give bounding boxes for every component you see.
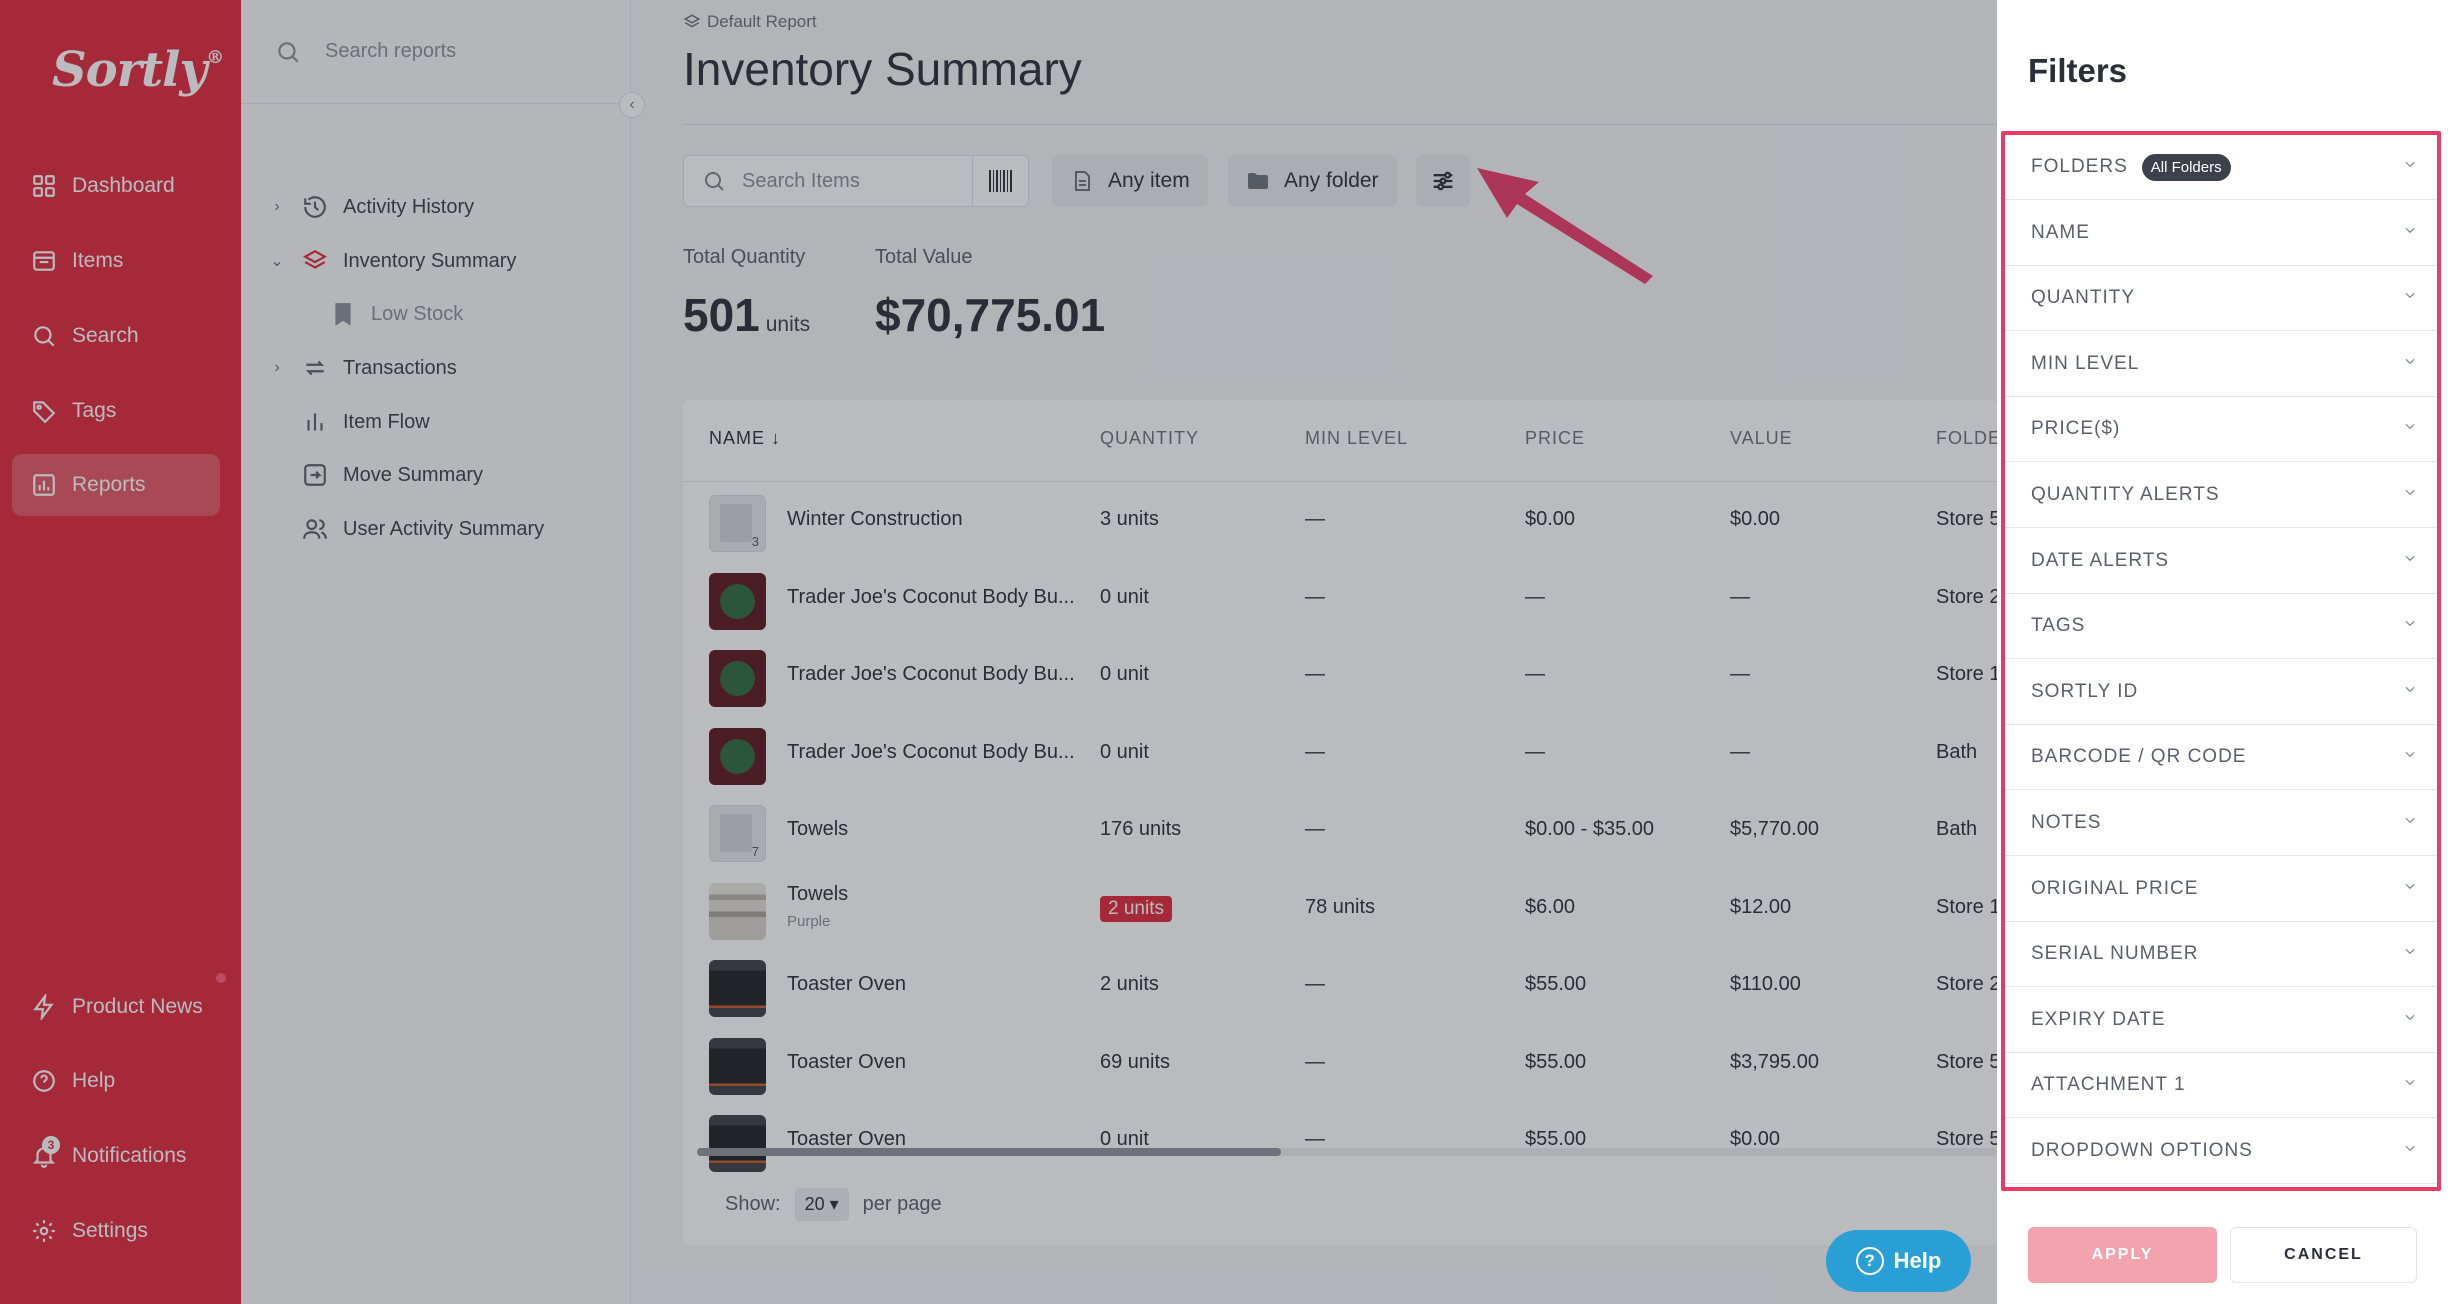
filter-name[interactable]: NAME <box>2005 201 2437 266</box>
filter-label: TAGS <box>2031 615 2086 637</box>
filter-label: QUANTITY ALERTS <box>2031 484 2220 505</box>
filter-label: ATTACHMENT 1 <box>2031 1074 2186 1096</box>
chevron-down-icon <box>2403 1075 2415 1087</box>
question-icon: ? <box>1855 1247 1884 1275</box>
filter-label: NOTES <box>2031 812 2102 833</box>
folder-filter-pill[interactable]: All Folders <box>2141 153 2231 181</box>
filter-date-alerts[interactable]: DATE ALERTS <box>2005 529 2437 594</box>
filter-attachment-1[interactable]: ATTACHMENT 1 <box>2005 1053 2437 1119</box>
chevron-down-icon <box>2403 157 2415 169</box>
filter-original-price[interactable]: ORIGINAL PRICE <box>2005 857 2437 922</box>
filter-min-level[interactable]: MIN LEVEL <box>2005 332 2437 397</box>
filter-label: SORTLY ID <box>2031 680 2139 702</box>
filter-dropdown-options[interactable]: DROPDOWN OPTIONS <box>2005 1119 2437 1184</box>
chevron-down-icon <box>2403 419 2415 431</box>
help-chat-label: Help <box>1893 1248 1942 1273</box>
chevron-down-icon <box>2403 1141 2415 1153</box>
chevron-down-icon <box>2403 616 2415 628</box>
filters-panel: Filters FOLDERS All Folders NAME QUANTITY MI… <box>1997 0 2448 1304</box>
chevron-down-icon <box>2403 1010 2415 1022</box>
filters-list: FOLDERS All Folders NAME QUANTITY MIN LEVEL P… <box>2001 131 2441 1191</box>
chevron-down-icon <box>2403 354 2415 366</box>
filters-title: Filters <box>2028 52 2128 89</box>
filter-tags[interactable]: TAGS <box>2005 594 2437 660</box>
filter-expiry-date[interactable]: EXPIRY DATE <box>2005 988 2437 1053</box>
filter-label: NAME <box>2031 221 2090 243</box>
chevron-down-icon <box>2403 485 2415 497</box>
filter-label: EXPIRY DATE <box>2031 1008 2166 1030</box>
chevron-down-icon <box>2403 551 2415 563</box>
chevron-down-icon <box>2403 813 2415 825</box>
filter-folders[interactable]: FOLDERS All Folders <box>2005 135 2437 200</box>
chevron-down-icon <box>2403 879 2415 891</box>
chevron-down-icon <box>2403 747 2415 759</box>
chevron-down-icon <box>2403 944 2415 956</box>
filter-barcode-qr-code[interactable]: BARCODE / QR CODE <box>2005 725 2437 791</box>
chevron-down-icon <box>2403 682 2415 694</box>
filter-label: FOLDERS <box>2031 156 2128 177</box>
filter-sortly-id[interactable]: SORTLY ID <box>2005 660 2437 725</box>
filter-label: DATE ALERTS <box>2031 549 2170 571</box>
filter-notes[interactable]: NOTES <box>2005 791 2437 856</box>
filter-label: QUANTITY <box>2031 287 2136 309</box>
filter-price[interactable]: PRICE($) <box>2005 397 2437 463</box>
filter-label: ORIGINAL PRICE <box>2031 877 2199 899</box>
filter-label: PRICE($) <box>2031 418 2121 440</box>
apply-button[interactable]: APPLY <box>2028 1227 2217 1283</box>
cancel-button[interactable]: CANCEL <box>2230 1227 2417 1283</box>
filter-serial-number[interactable]: SERIAL NUMBER <box>2005 922 2437 988</box>
filter-label: DROPDOWN OPTIONS <box>2031 1140 2253 1161</box>
filter-label: SERIAL NUMBER <box>2031 943 2199 965</box>
chevron-down-icon <box>2403 223 2415 235</box>
chevron-down-icon <box>2403 288 2415 300</box>
filter-label: MIN LEVEL <box>2031 352 2140 374</box>
filter-quantity-alerts[interactable]: QUANTITY ALERTS <box>2005 463 2437 528</box>
modal-backdrop[interactable] <box>0 0 1997 1304</box>
filter-quantity[interactable]: QUANTITY <box>2005 266 2437 332</box>
help-chat-button[interactable]: ? Help <box>1826 1230 1971 1292</box>
filter-label: BARCODE / QR CODE <box>2031 746 2247 768</box>
